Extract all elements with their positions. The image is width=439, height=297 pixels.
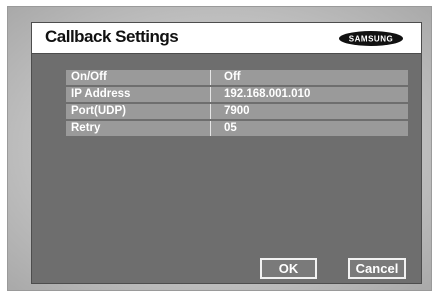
setting-row-on-off[interactable]: On/Off Off xyxy=(66,70,408,85)
setting-value[interactable]: Off xyxy=(211,70,408,85)
setting-label: Retry xyxy=(71,122,101,134)
setting-row-ip-address[interactable]: IP Address 192.168.001.010 xyxy=(66,87,408,102)
title-bar: Callback Settings SAMSUNG xyxy=(31,22,422,54)
setting-value[interactable]: 05 xyxy=(211,121,408,136)
page-title: Callback Settings xyxy=(45,27,179,46)
settings-table: On/Off Off IP Address 192.168.001.010 Po… xyxy=(66,70,408,138)
setting-row-retry[interactable]: Retry 05 xyxy=(66,121,408,136)
settings-panel xyxy=(31,22,422,284)
samsung-logo: SAMSUNG xyxy=(339,31,403,46)
cancel-button[interactable]: Cancel xyxy=(348,258,406,279)
setting-label: Port(UDP) xyxy=(71,105,126,117)
setting-label: On/Off xyxy=(71,71,107,83)
setting-label: IP Address xyxy=(71,88,131,100)
setting-value[interactable]: 192.168.001.010 xyxy=(211,87,408,102)
setting-row-port[interactable]: Port(UDP) 7900 xyxy=(66,104,408,119)
setting-value[interactable]: 7900 xyxy=(211,104,408,119)
ok-button[interactable]: OK xyxy=(260,258,317,279)
svg-text:SAMSUNG: SAMSUNG xyxy=(349,35,393,44)
